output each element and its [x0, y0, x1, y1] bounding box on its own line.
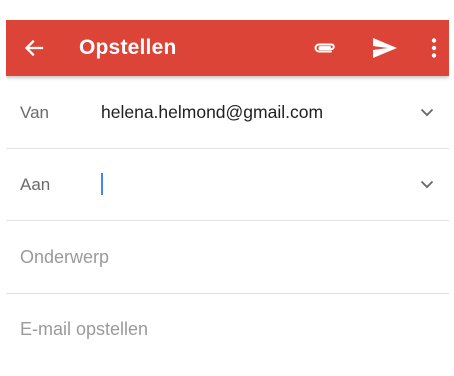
from-dropdown-button[interactable] [416, 101, 438, 123]
to-row: Aan [6, 149, 449, 221]
send-button[interactable] [370, 34, 400, 62]
subject-field[interactable]: Onderwerp [6, 221, 449, 294]
more-options-button[interactable] [424, 34, 444, 62]
body-placeholder: E-mail opstellen [20, 319, 149, 339]
compose-body-field[interactable]: E-mail opstellen [6, 294, 449, 376]
to-label: Aan [20, 175, 51, 194]
compose-screen: Opstellen Van helena.helmond@gmail.com A… [6, 20, 449, 376]
paperclip-icon [314, 43, 335, 53]
attach-button[interactable] [310, 34, 340, 62]
page-title: Opstellen [79, 36, 177, 59]
chevron-down-icon [420, 108, 434, 116]
send-icon [373, 38, 397, 58]
from-label: Van [20, 103, 49, 122]
to-input[interactable] [98, 169, 398, 199]
subject-placeholder: Onderwerp [20, 247, 110, 267]
chevron-down-icon [420, 180, 434, 188]
app-toolbar: Opstellen [6, 20, 449, 76]
text-cursor [101, 173, 103, 195]
to-expand-button[interactable] [416, 173, 438, 195]
more-vert-icon [431, 38, 437, 58]
arrow-back-icon [24, 39, 44, 57]
from-row: Van helena.helmond@gmail.com [6, 76, 449, 149]
back-button[interactable] [20, 34, 48, 62]
from-address[interactable]: helena.helmond@gmail.com [101, 102, 323, 123]
